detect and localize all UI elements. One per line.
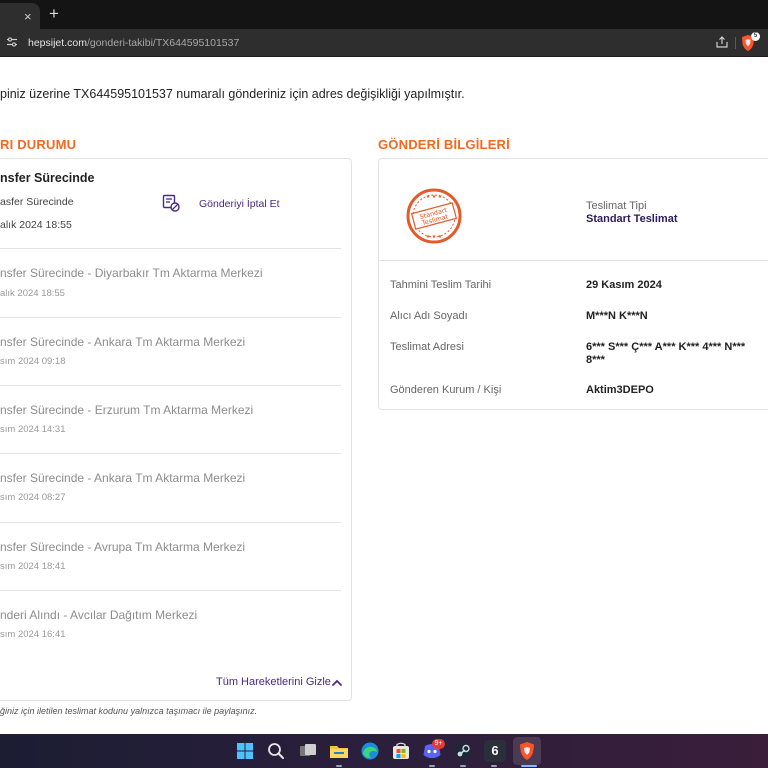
timeline-event-date: sım 2024 08:27: [0, 492, 66, 503]
delivery-address: 6*** S*** Ç*** A*** K*** 4*** N*** 8***: [586, 341, 746, 366]
timeline-divider: [0, 453, 341, 454]
timeline-event-date: sım 2024 18:41: [0, 561, 66, 572]
file-explorer-icon[interactable]: [328, 740, 350, 762]
address-bar[interactable]: hepsijet.com/gonderi-takibi/TX6445951015…: [0, 29, 768, 57]
timeline-event-date: sım 2024 09:18: [0, 356, 66, 367]
steam-icon[interactable]: [452, 740, 474, 762]
shield-count-badge: 5: [751, 32, 760, 41]
discord-notification-badge: 9+: [432, 739, 445, 749]
url-host: hepsijet.com: [28, 37, 87, 49]
windows-start-icon[interactable]: [234, 740, 256, 762]
delivery-code-note: ğiniz için iletilen teslimat kodunu yaln…: [0, 706, 258, 716]
page-content: piniz üzerine TX644595101537 numaralı gö…: [0, 57, 768, 734]
edge-icon[interactable]: [359, 740, 381, 762]
active-tab[interactable]: ×: [0, 3, 40, 29]
shipment-status-title: RI DURUMU: [0, 137, 77, 152]
timeline-divider: [0, 248, 341, 249]
hide-all-movements-button[interactable]: Tüm Hareketlerini Gizle: [216, 676, 331, 688]
info-label: Tahmini Teslim Tarihi: [390, 279, 492, 291]
timeline-event-title: nsfer Sürecinde - Avrupa Tm Aktarma Merk…: [0, 540, 245, 554]
chevron-up-icon[interactable]: [331, 677, 343, 689]
recipient-name: M***N K***N: [586, 310, 648, 322]
active-app-indicator: [521, 765, 537, 767]
info-label: Teslimat Adresi: [390, 341, 464, 353]
cancel-shipment-button[interactable]: Gönderiyi İptal Et: [199, 198, 280, 210]
sender-name: Aktim3DEPO: [586, 384, 654, 396]
timeline-divider: [0, 590, 341, 591]
timeline-event-title: nsfer Sürecinde - Erzurum Tm Aktarma Mer…: [0, 403, 254, 417]
close-icon[interactable]: ×: [24, 9, 32, 25]
delivery-type-label: Teslimat Tipi: [586, 200, 647, 212]
search-icon[interactable]: [265, 740, 287, 762]
site-settings-icon[interactable]: [6, 36, 18, 48]
plus-icon[interactable]: +: [49, 4, 59, 24]
address-separator: [735, 37, 736, 49]
game-launcher-icon[interactable]: 6: [484, 740, 506, 762]
running-app-indicator: [491, 765, 497, 767]
timeline-event-date: alık 2024 18:55: [0, 288, 65, 299]
url-path: /gonderi-takibi/TX644595101537: [86, 37, 240, 49]
standard-delivery-stamp-icon: Standart Teslimat ★ ★ ★ ★ ★ ★: [406, 188, 462, 244]
svg-text:★ ★ ★: ★ ★ ★: [426, 194, 443, 200]
timeline-event-title: nsfer Sürecinde - Ankara Tm Aktarma Merk…: [0, 335, 246, 349]
current-status-subtitle: asfer Sürecinde: [0, 196, 74, 208]
info-label: Alıcı Adı Soyadı: [390, 310, 468, 322]
store-icon[interactable]: [390, 740, 412, 762]
svg-text:★ ★ ★: ★ ★ ★: [426, 234, 443, 240]
brave-icon[interactable]: [516, 740, 538, 762]
timeline-event-title: nsfer Sürecinde - Ankara Tm Aktarma Merk…: [0, 471, 246, 485]
estimated-delivery-date: 29 Kasım 2024: [586, 279, 662, 291]
shipment-info-title: GÖNDERİ BİLGİLERİ: [378, 137, 510, 152]
share-icon[interactable]: [715, 35, 729, 49]
timeline-event-date: sım 2024 14:31: [0, 424, 66, 435]
timeline-event-title: nsfer Sürecinde - Diyarbakır Tm Aktarma …: [0, 266, 263, 280]
address-change-notice: piniz üzerine TX644595101537 numaralı gö…: [0, 87, 465, 101]
task-view-icon[interactable]: [297, 740, 319, 762]
current-status-date: alık 2024 18:55: [0, 219, 72, 231]
current-status-title: nsfer Sürecinde: [0, 171, 95, 185]
delivery-type-value: Standart Teslimat: [586, 213, 678, 225]
browser-tab-bar: × +: [0, 0, 768, 29]
timeline-divider: [0, 522, 341, 523]
windows-taskbar: 9+ 6: [0, 734, 768, 768]
running-app-indicator: [429, 765, 435, 767]
timeline-event-title: nderi Alındı - Avcılar Dağıtım Merkezi: [0, 608, 198, 622]
url-text[interactable]: hepsijet.com/gonderi-takibi/TX6445951015…: [28, 36, 239, 50]
info-divider: [379, 260, 768, 261]
cancel-package-icon[interactable]: [162, 194, 180, 212]
running-app-indicator: [460, 765, 466, 767]
running-app-indicator: [336, 765, 342, 767]
timeline-divider: [0, 317, 341, 318]
info-label: Gönderen Kurum / Kişi: [390, 384, 502, 396]
timeline-divider: [0, 385, 341, 386]
timeline-event-date: sım 2024 16:41: [0, 629, 66, 640]
